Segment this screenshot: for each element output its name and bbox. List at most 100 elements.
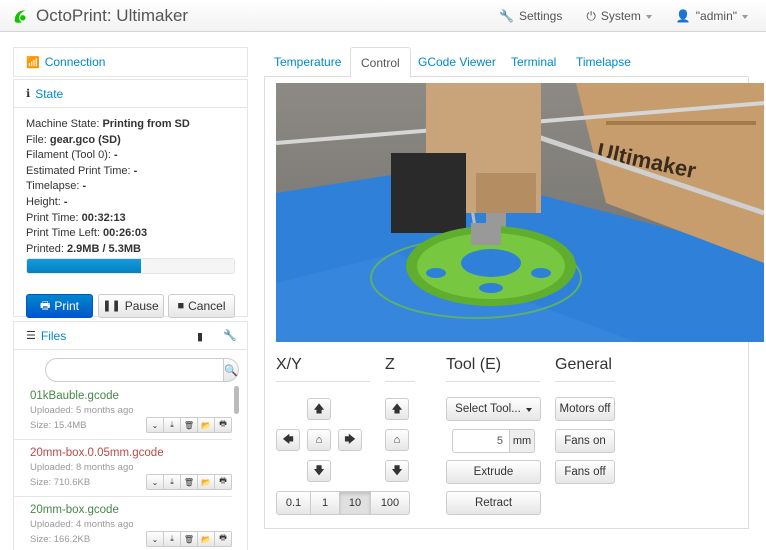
machine-state-line: Machine State: Printing from SD <box>26 118 190 130</box>
webcam-image: Ultimaker <box>276 83 764 342</box>
home-xy-button[interactable]: ⌂ <box>307 429 331 451</box>
z-rule <box>385 381 415 382</box>
print-button[interactable]: 🖶 <box>214 474 232 490</box>
jog-x-minus-button[interactable]: 🡄 <box>276 429 300 451</box>
pause-icon: ❚❚ <box>102 299 121 312</box>
file-name[interactable]: 01kBauble.gcode <box>30 389 232 404</box>
trash-button[interactable]: 🗑 <box>180 531 198 547</box>
jog-y-plus-button[interactable]: 🡅 <box>307 398 331 420</box>
step-size-group: 0.1 1 10 100 <box>276 491 410 515</box>
files-title: Files <box>40 328 67 343</box>
step-100-button[interactable]: 100 <box>370 491 410 515</box>
print-time-value: 00:32:13 <box>81 211 126 224</box>
list-icon: ☰ <box>26 330 36 342</box>
height-line: Height: - <box>26 195 68 208</box>
user-icon: 👤 <box>675 9 691 23</box>
file-name[interactable]: 20mm-box.0.05mm.gcode <box>30 446 232 461</box>
print-button[interactable]: 🖶 <box>214 417 232 433</box>
select-tool-dropdown[interactable]: Select Tool... <box>446 397 541 421</box>
file-name[interactable]: 20mm-box.gcode <box>30 503 232 518</box>
print-icon: 🖶 <box>219 476 227 485</box>
time-left-line: Print Time Left: 00:26:03 <box>26 227 148 240</box>
file-list-item[interactable]: 20mm-box.gcode Uploaded: 4 months ago Size… <box>14 497 232 550</box>
tab-gcode-viewer[interactable]: GCode Viewer <box>408 47 506 77</box>
tool-title: Tool (E) <box>446 356 502 373</box>
file-actions: ⌄ ⤓ 🗑 📂 🖶 <box>146 474 232 490</box>
download-button[interactable]: ⤓ <box>163 531 181 547</box>
files-header[interactable]: ☰ Files ▮ 🔧 <box>14 322 247 350</box>
jog-z-plus-button[interactable]: 🡅 <box>385 398 409 420</box>
home-z-button[interactable]: ⌂ <box>385 429 409 451</box>
chevron-down-icon <box>525 407 532 412</box>
extrude-amount-input[interactable] <box>452 429 510 453</box>
print-button[interactable]: 🖶 <box>214 531 232 547</box>
chevron-down-icon: ⌄ <box>151 420 159 430</box>
file-list-item[interactable]: 20mm-box.0.05mm.gcode Uploaded: 8 months … <box>14 440 232 497</box>
motors-off-button[interactable]: Motors off <box>555 397 615 421</box>
tab-timelapse[interactable]: Timelapse <box>566 47 641 77</box>
step-0.1-button[interactable]: 0.1 <box>276 491 311 515</box>
settings-label: Settings <box>518 9 563 23</box>
file-search-input[interactable] <box>45 358 224 382</box>
file-actions: ⌄ ⤓ 🗑 📂 🖶 <box>146 417 232 433</box>
file-size-line: Size: 166.2KB ⌄ ⤓ 🗑 📂 🖶 <box>30 531 232 547</box>
file-size: Size: 15.4MB <box>30 419 87 431</box>
trash-button[interactable]: 🗑 <box>180 474 198 490</box>
settings-menu[interactable]: 🔧 Settings <box>499 9 562 23</box>
folder-open-icon: 📂 <box>201 534 211 544</box>
download-button[interactable]: ⤓ <box>163 474 181 490</box>
file-actions: ⌄ ⤓ 🗑 📂 🖶 <box>146 531 232 547</box>
download-icon: ⤓ <box>170 534 174 543</box>
wrench-icon[interactable]: 🔧 <box>223 329 237 342</box>
folder-open-icon: 📂 <box>201 420 211 430</box>
arrow-up-icon: 🡅 <box>391 402 403 415</box>
print-button[interactable]: 🖶 Print <box>26 294 93 319</box>
xy-rule <box>276 381 370 382</box>
trash-icon: 🗑 <box>183 534 195 544</box>
home-icon: ⌂ <box>315 434 323 446</box>
connection-header[interactable]: 📶 Connection <box>14 48 247 76</box>
tab-control[interactable]: Control <box>350 47 411 78</box>
chevron-down-button[interactable]: ⌄ <box>146 417 164 433</box>
extrude-amount-group: mm <box>452 429 535 453</box>
jog-z-minus-button[interactable]: 🡇 <box>385 460 409 482</box>
files-scrollbar[interactable] <box>234 386 239 414</box>
file-value: gear.gco (SD) <box>49 133 121 146</box>
user-menu[interactable]: 👤 "admin" <box>676 9 748 23</box>
connection-panel: 📶 Connection <box>13 47 248 77</box>
jog-y-minus-button[interactable]: 🡇 <box>307 460 331 482</box>
folder-open-button[interactable]: 📂 <box>197 417 215 433</box>
system-label: System <box>600 9 641 23</box>
file-uploaded: Uploaded: 8 months ago <box>30 462 134 473</box>
timelapse-line: Timelapse: - <box>26 180 87 193</box>
chevron-down-button[interactable]: ⌄ <box>146 531 164 547</box>
tab-terminal[interactable]: Terminal <box>501 47 566 77</box>
height-value: - <box>63 195 68 208</box>
arrow-up-icon: 🡅 <box>313 402 325 415</box>
webcam-stream: Ultimaker <box>276 83 764 342</box>
step-10-button[interactable]: 10 <box>339 491 371 515</box>
tab-temperature[interactable]: Temperature <box>264 47 351 77</box>
pause-button[interactable]: ❚❚ Pause <box>97 294 164 319</box>
file-list-item[interactable]: 01kBauble.gcode Uploaded: 5 months ago Siz… <box>14 383 232 440</box>
file-search: 🔍 <box>45 358 239 382</box>
folder-open-button[interactable]: 📂 <box>197 531 215 547</box>
jog-x-plus-button[interactable]: 🡆 <box>338 429 362 451</box>
system-menu[interactable]: ⏻ System <box>586 9 652 24</box>
fans-off-button[interactable]: Fans off <box>555 460 615 484</box>
extrude-button[interactable]: Extrude <box>446 460 541 484</box>
search-button[interactable]: 🔍 <box>224 358 239 382</box>
brand-title: OctoPrint: Ultimaker <box>36 6 189 25</box>
folder-open-button[interactable]: 📂 <box>197 474 215 490</box>
retract-button[interactable]: Retract <box>446 491 541 515</box>
trash-icon: 🗑 <box>183 420 195 430</box>
chevron-down-button[interactable]: ⌄ <box>146 474 164 490</box>
step-1-button[interactable]: 1 <box>310 491 340 515</box>
file-icon[interactable]: ▮ <box>197 330 203 343</box>
fans-on-button[interactable]: Fans on <box>555 429 615 453</box>
download-button[interactable]: ⤓ <box>163 417 181 433</box>
trash-button[interactable]: 🗑 <box>180 417 198 433</box>
cancel-button[interactable]: ■ Cancel <box>168 294 235 319</box>
brand[interactable]: OctoPrint: Ultimaker <box>12 6 188 26</box>
state-header[interactable]: ℹ State <box>14 80 247 108</box>
